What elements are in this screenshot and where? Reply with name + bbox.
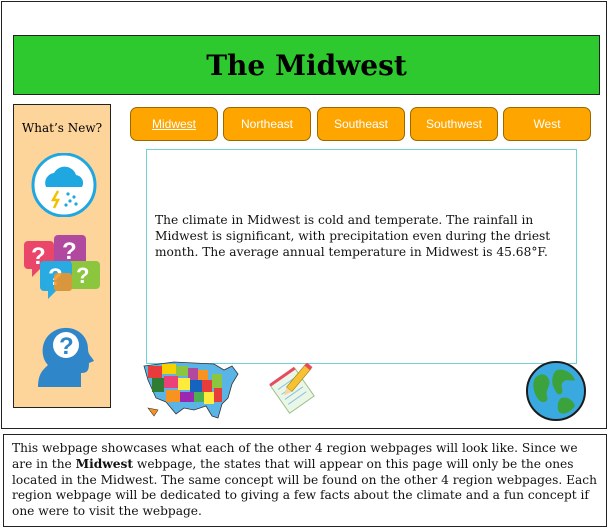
head-question-icon[interactable]: ? — [28, 319, 98, 389]
tab-southwest-label: Southwest — [425, 117, 483, 131]
tab-southeast-label: Southeast — [333, 117, 389, 131]
footer-description: This webpage showcases what each of the … — [3, 434, 607, 527]
tab-midwest[interactable]: Midwest — [130, 107, 218, 141]
footer-text: This webpage showcases what each of the … — [12, 441, 600, 520]
globe-icon[interactable] — [525, 360, 587, 422]
tab-southeast[interactable]: Southeast — [317, 107, 405, 141]
notepad-pencil-icon[interactable] — [262, 360, 320, 418]
footer-bold-region: Midwest — [75, 456, 134, 471]
page-title: The Midwest — [206, 48, 407, 82]
question-bubbles-icon[interactable]: ? ? ? ? — [18, 233, 108, 307]
svg-text:?: ? — [59, 333, 74, 360]
sidebar-title: What’s New? — [21, 121, 103, 135]
us-map-icon[interactable] — [140, 358, 242, 420]
tab-midwest-label: Midwest — [151, 117, 196, 131]
climate-text: The climate in Midwest is cold and tempe… — [155, 213, 551, 259]
sidebar: What’s New? ? ? ? ? ? — [13, 104, 111, 408]
tab-west[interactable]: West — [503, 107, 591, 141]
weather-icon[interactable] — [30, 153, 98, 217]
tab-northeast[interactable]: Northeast — [223, 107, 311, 141]
tab-southwest[interactable]: Southwest — [410, 107, 498, 141]
svg-text:?: ? — [76, 263, 89, 288]
tab-west-label: West — [533, 117, 561, 131]
tab-northeast-label: Northeast — [240, 117, 294, 131]
title-banner: The Midwest — [13, 35, 600, 95]
content-box: The climate in Midwest is cold and tempe… — [146, 149, 577, 364]
svg-text:?: ? — [62, 238, 77, 265]
